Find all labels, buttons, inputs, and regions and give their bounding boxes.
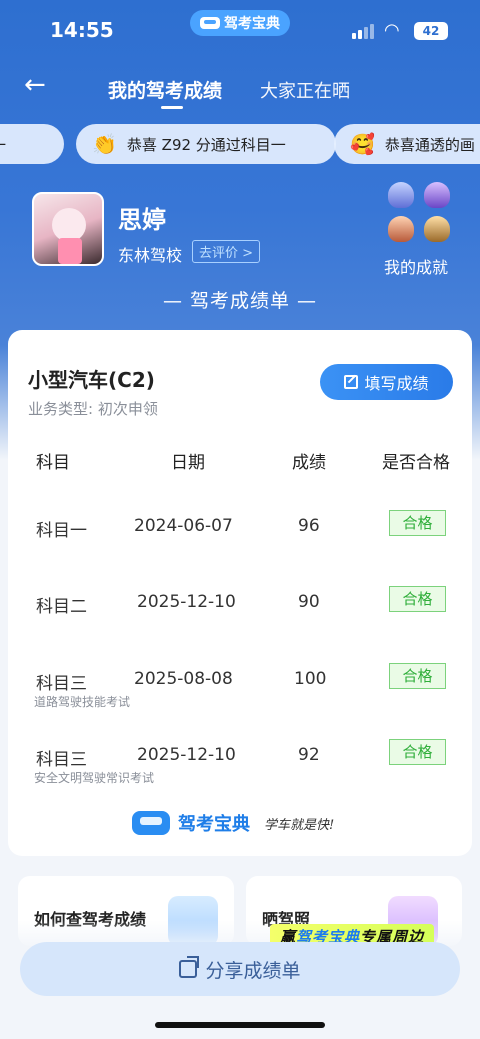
clap-emoji-icon: 👏 [92, 132, 117, 156]
battery-icon: 42 [414, 22, 448, 40]
brand-footer: 驾考宝典 学车就是快! [132, 810, 334, 836]
ticker-text: 恭喜 Z92 分通过科目一 [126, 135, 286, 154]
row-score: 96 [298, 516, 320, 536]
ticker-text: 目一 [0, 134, 6, 155]
header-passed: 是否合格 [382, 453, 450, 473]
row-date: 2025-08-08 [134, 669, 233, 689]
brand-slogan: 学车就是快! [264, 817, 335, 833]
fill-scores-button[interactable]: 填写成绩 [320, 364, 453, 400]
score-card: 小型汽车(C2) 业务类型: 初次申领 填写成绩 科目 日期 成绩 是否合格 科… [8, 330, 472, 856]
row-note: 道路驾驶技能考试 [34, 695, 131, 709]
ticker-chip[interactable]: 目一 [0, 124, 64, 164]
table-row: 科目二 2025-12-10 90 合格 [8, 586, 472, 662]
row-subject: 科目一 [36, 521, 87, 541]
status-time: 14:55 [50, 18, 114, 42]
pass-badge: 合格 [389, 586, 446, 612]
edit-icon [344, 375, 359, 389]
wifi-icon: ◠ [384, 20, 400, 41]
fill-scores-label: 填写成绩 [364, 374, 429, 393]
back-arrow-icon[interactable]: ← [24, 70, 46, 100]
vehicle-class: 小型汽车(C2) [28, 368, 155, 392]
ticker-text: 恭喜通透的画 [384, 135, 475, 154]
app-pill-label: 驾考宝典 [224, 16, 280, 32]
table-row: 科目一 2024-06-07 96 合格 [8, 510, 472, 586]
pass-badge: 合格 [389, 663, 446, 689]
score-sheet-title: — 驾考成绩单 — [162, 290, 318, 312]
row-subject: 科目三 [36, 674, 87, 694]
header-score: 成绩 [292, 453, 326, 473]
congrats-ticker: 目一 👏 恭喜 Z92 分通过科目一 🥰 恭喜通透的画 [0, 124, 480, 166]
pass-badge: 合格 [389, 510, 446, 536]
row-score: 100 [294, 669, 327, 689]
badge-icon [388, 216, 414, 242]
row-date: 2024-06-07 [134, 516, 233, 536]
status-bar: 14:55 驾考宝典 ◠ 42 [0, 0, 480, 62]
badge-icon [424, 216, 450, 242]
smile-hearts-emoji-icon: 🥰 [350, 132, 375, 156]
ticker-chip[interactable]: 👏 恭喜 Z92 分通过科目一 [76, 124, 336, 164]
header-date: 日期 [171, 453, 205, 473]
table-row: 科目三 2025-12-10 92 合格 安全文明驾驶常识考试 [8, 739, 472, 815]
row-score: 92 [298, 745, 320, 765]
share-icon [179, 956, 200, 978]
row-note: 安全文明驾驶常识考试 [34, 771, 155, 785]
rate-school-button[interactable]: 去评价 > [192, 240, 261, 263]
pass-badge: 合格 [389, 739, 446, 765]
table-row: 科目三 2025-08-08 100 合格 道路驾驶技能考试 [8, 663, 472, 739]
cellular-signal-icon [352, 24, 374, 39]
row-subject: 科目三 [36, 750, 87, 770]
home-indicator[interactable] [155, 1022, 325, 1028]
tab-my-scores[interactable]: 我的驾考成绩 [108, 76, 222, 103]
car-icon [200, 17, 220, 29]
app-indicator-pill: 驾考宝典 [190, 10, 290, 36]
share-label: 分享成绩单 [205, 959, 301, 982]
row-subject: 科目二 [36, 597, 87, 617]
tab-everyone-sharing[interactable]: 大家正在晒 [260, 77, 350, 103]
row-date: 2025-12-10 [137, 592, 236, 612]
brand-name: 驾考宝典 [178, 814, 250, 835]
top-nav: ← 我的驾考成绩 大家正在晒 [0, 62, 480, 110]
badge-icon [424, 182, 450, 208]
my-achievements-link[interactable]: 我的成就 [384, 254, 448, 278]
row-score: 90 [298, 592, 320, 612]
avatar[interactable] [32, 192, 104, 266]
driving-school[interactable]: 东林驾校 [118, 242, 182, 266]
brand-car-icon [132, 811, 170, 835]
active-tab-indicator [161, 106, 183, 109]
achievement-badges[interactable] [386, 182, 456, 246]
business-type: 业务类型: 初次申领 [28, 400, 158, 418]
row-date: 2025-12-10 [137, 745, 236, 765]
share-score-sheet-button[interactable]: 分享成绩单 [20, 942, 460, 996]
badge-icon [388, 182, 414, 208]
user-name: 思婷 [118, 206, 166, 234]
ticker-chip[interactable]: 🥰 恭喜通透的画 [334, 124, 480, 164]
header-subject: 科目 [36, 453, 70, 473]
